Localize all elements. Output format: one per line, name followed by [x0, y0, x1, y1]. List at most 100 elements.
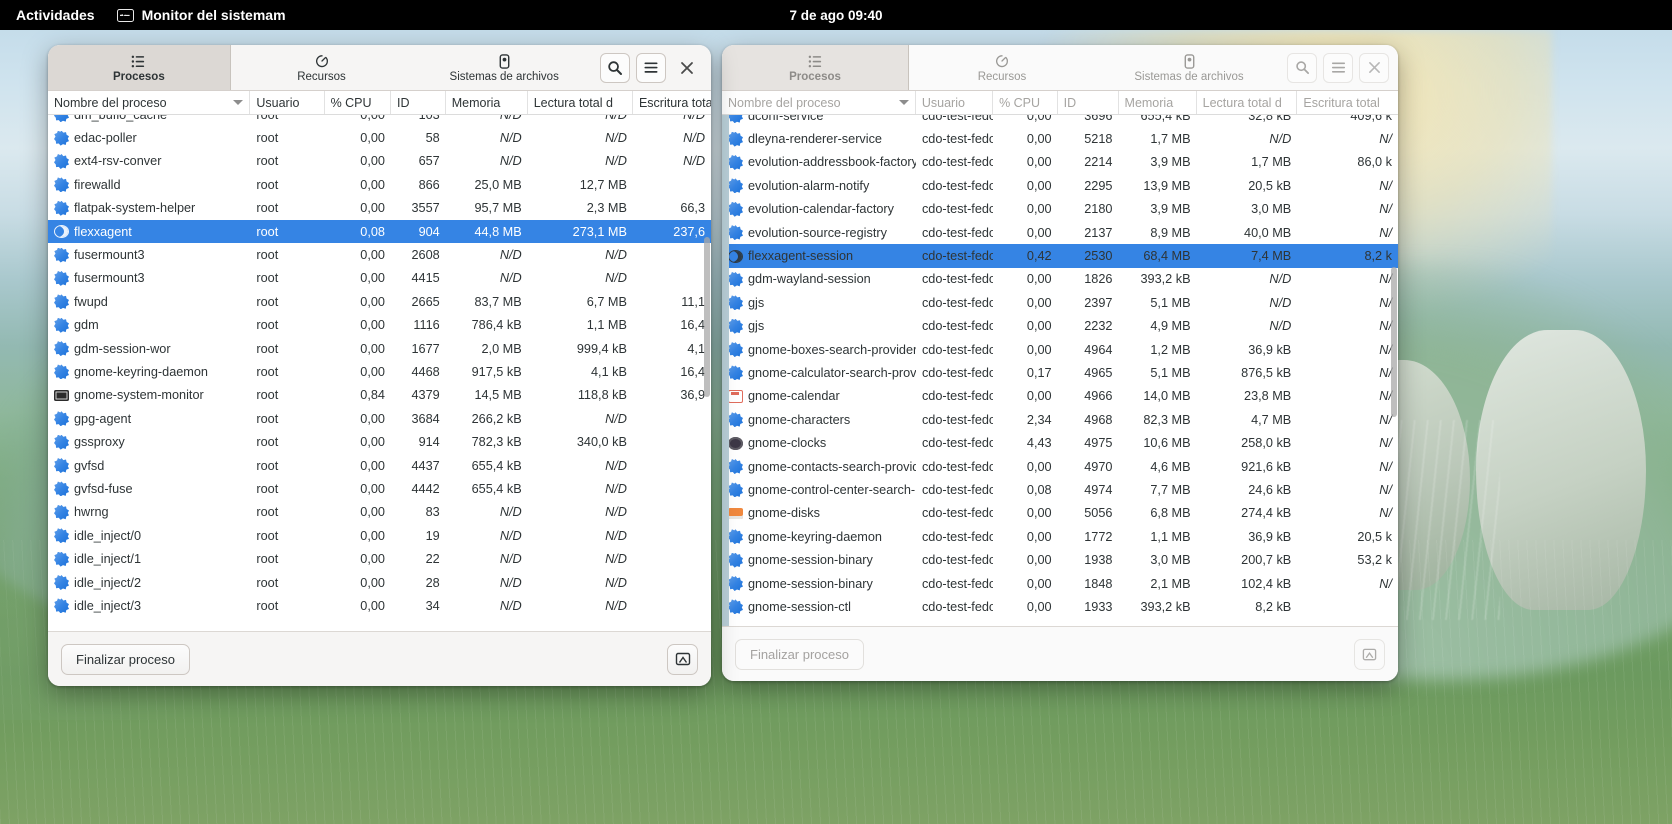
column-header-nombre[interactable]: Nombre del proceso [722, 91, 916, 114]
process-details-button[interactable] [1354, 638, 1385, 670]
table-row[interactable]: gnome-system-monitor root 0,84 4379 14,5 MB 1… [48, 384, 711, 407]
table-row[interactable]: idle_inject/0 root 0,00 19 N/D N/D [48, 524, 711, 547]
table-row[interactable]: gjs cdo-test-fedor 0,00 2397 5,1 MB N/D N/ [722, 291, 1398, 314]
table-row[interactable]: gnome-disks cdo-test-fedor 0,00 5056 6,8 MB 2… [722, 502, 1398, 525]
table-row[interactable]: gpg-agent root 0,00 3684 266,2 kB N/D [48, 407, 711, 430]
table-row[interactable]: dleyna-renderer-service cdo-test-fedor 0,0… [722, 127, 1398, 150]
column-header-lectura[interactable]: Lectura total d [1197, 91, 1298, 114]
tab-sistemas-de-archivos[interactable]: Sistemas de archivos [413, 45, 596, 90]
process-list[interactable]: dm_bufio_cacheroot0,00103N/DN/DN/Dedac-p… [48, 115, 711, 631]
process-gear-icon [728, 295, 743, 311]
column-header-id[interactable]: ID [1058, 91, 1119, 114]
table-row[interactable]: flatpak-system-helper root 0,00 3557 95,7 MB… [48, 197, 711, 220]
table-row[interactable]: gnome-keyring-daemon root 0,00 4468 917,5 kB… [48, 360, 711, 383]
table-row[interactable]: fusermount3 root 0,00 4415 N/D N/D [48, 267, 711, 290]
process-name-label: edac-poller [74, 131, 137, 146]
vertical-scrollbar[interactable] [704, 117, 710, 629]
main-menu-button[interactable] [636, 52, 666, 83]
end-process-button[interactable]: Finalizar proceso [735, 638, 864, 670]
table-row[interactable]: gnome-control-center-search-cdo-test-fed… [722, 478, 1398, 501]
main-menu-button[interactable] [1323, 52, 1353, 83]
cell-memory: 6,8 MB [1150, 506, 1191, 521]
cell-process-name: idle_inject/3 [48, 598, 250, 614]
table-row[interactable]: gnome-keyring-daemon cdo-test-fedor 0,00 17… [722, 525, 1398, 548]
process-gear-icon [54, 504, 69, 520]
table-row[interactable]: edac-poller root 0,00 58 N/D N/D N/D [48, 126, 711, 149]
table-row[interactable]: gdm-wayland-session cdo-test-fedor 0,00 182… [722, 268, 1398, 291]
table-row[interactable]: evolution-calendar-factory cdo-test-fedor… [722, 198, 1398, 221]
close-window-button[interactable] [1359, 52, 1389, 83]
table-row[interactable]: gnome-characters cdo-test-fedor 2,34 4968 82… [722, 408, 1398, 431]
cell-cpu: 0,00 [360, 154, 385, 169]
table-row[interactable]: evolution-alarm-notify cdo-test-fedor 0,00… [722, 174, 1398, 197]
activities-button[interactable]: Actividades [0, 0, 107, 30]
close-window-button[interactable] [672, 53, 702, 83]
column-header-memoria[interactable]: Memoria [1119, 91, 1197, 114]
system-monitor-window-secondary[interactable]: Procesos Recursos Sistemas de archivos N… [722, 45, 1398, 681]
table-row[interactable]: gjs cdo-test-fedor 0,00 2232 4,9 MB N/D N/ [722, 315, 1398, 338]
cell-cpu: 0,00 [1026, 529, 1052, 544]
table-row[interactable]: firewalld root 0,00 866 25,0 MB 12,7 MB [48, 173, 711, 196]
system-monitor-window-primary[interactable]: Procesos Recursos Sistemas de archivos N… [48, 45, 711, 686]
table-row[interactable]: gdm-session-wor root 0,00 1677 2,0 MB 999,4 k… [48, 337, 711, 360]
tab-sistemas-de-archivos[interactable]: Sistemas de archivos [1096, 45, 1283, 90]
table-row[interactable]: gnome-calculator-search-provi cdo-test-fe… [722, 361, 1398, 384]
table-row[interactable]: gssproxy root 0,00 914 782,3 kB 340,0 kB [48, 430, 711, 453]
table-row[interactable]: gnome-session-binary cdo-test-fedor 0,00 19… [722, 548, 1398, 571]
window-headerbar: Procesos Recursos Sistemas de archivos [722, 45, 1398, 91]
column-header-memoria[interactable]: Memoria [446, 91, 528, 114]
clock-button[interactable]: 7 de ago 09:40 [789, 8, 882, 23]
table-row[interactable]: gnome-session-binary cdo-test-fedor 0,00 18… [722, 572, 1398, 595]
table-row[interactable]: idle_inject/2 root 0,00 28 N/D N/D [48, 571, 711, 594]
column-header-escritura[interactable]: Escritura total [633, 91, 711, 114]
table-row[interactable]: dconf-service cdo-test-fedor 0,00 3696 655,4… [722, 115, 1398, 127]
table-row[interactable]: ext4-rsv-conver root 0,00 657 N/D N/D N/D [48, 150, 711, 173]
table-row[interactable]: gnome-contacts-search-provid cdo-test-fed… [722, 455, 1398, 478]
column-header-nombre[interactable]: Nombre del proceso [48, 91, 251, 114]
table-row[interactable]: gdm root 0,00 1116 786,4 kB 1,1 MB 16,4 [48, 314, 711, 337]
table-row[interactable]: dm_bufio_cacheroot0,00103N/DN/DN/D [48, 115, 711, 126]
app-menu-button[interactable]: Monitor del sistemam [107, 0, 296, 30]
column-header-lectura[interactable]: Lectura total d [528, 91, 633, 114]
tab-recursos[interactable]: Recursos [231, 45, 414, 90]
table-row[interactable]: flexxagent root 0,08 904 44,8 MB 273,1 MB 237,… [48, 219, 711, 244]
window-action-bar: Finalizar proceso [48, 631, 711, 686]
column-header-id[interactable]: ID [391, 91, 446, 114]
table-row[interactable]: fwupd root 0,00 2665 83,7 MB 6,7 MB 11,1 [48, 290, 711, 313]
search-button[interactable] [1287, 52, 1317, 83]
cell-process-name: flexxagent-session [722, 249, 916, 263]
column-header-usuario[interactable]: Usuario [250, 91, 325, 114]
table-row[interactable]: idle_inject/1 root 0,00 22 N/D N/D [48, 547, 711, 570]
search-button[interactable] [600, 52, 630, 83]
disks-app-icon [728, 507, 743, 519]
table-row[interactable]: gvfsd root 0,00 4437 655,4 kB N/D [48, 454, 711, 477]
table-row[interactable]: gnome-clocks cdo-test-fedor 4,43 4975 10,6 M… [722, 431, 1398, 454]
cell-memory: 2,0 MB [481, 341, 522, 356]
column-header-usuario[interactable]: Usuario [916, 91, 994, 114]
cell-pid: 5218 [1084, 132, 1113, 147]
table-row[interactable]: gnome-session-ctl cdo-test-fedor 0,00 1933 3… [722, 595, 1398, 618]
table-row[interactable]: flexxagent-session cdo-test-fedor 0,42 2530… [722, 244, 1398, 268]
process-details-button[interactable] [667, 643, 698, 675]
cell-write: 36,9 [680, 388, 706, 403]
column-header-cpu[interactable]: % CPU [993, 91, 1058, 114]
table-row[interactable]: gnome-calendar cdo-test-fedor 0,00 4966 14,0… [722, 385, 1398, 408]
table-row[interactable]: fusermount3 root 0,00 2608 N/D N/D [48, 243, 711, 266]
cell-read: N/D [1269, 272, 1292, 287]
end-process-button[interactable]: Finalizar proceso [61, 643, 190, 675]
table-row[interactable]: idle_inject/3 root 0,00 34 N/D N/D [48, 594, 711, 617]
process-list[interactable]: dconf-service cdo-test-fedor 0,00 3696 655,4… [722, 115, 1398, 626]
cell-process-name: hwrng [48, 504, 250, 520]
tab-procesos[interactable]: Procesos [722, 45, 909, 90]
tab-procesos[interactable]: Procesos [48, 45, 231, 90]
vertical-scrollbar[interactable] [1391, 117, 1397, 623]
cell-user: cdo-test-fedor [921, 202, 994, 217]
table-row[interactable]: gnome-boxes-search-provider cdo-test-fedo… [722, 338, 1398, 361]
table-row[interactable]: hwrng root 0,00 83 N/D N/D [48, 501, 711, 524]
table-row[interactable]: gvfsd-fuse root 0,00 4442 655,4 kB N/D [48, 477, 711, 500]
column-header-cpu[interactable]: % CPU [325, 91, 391, 114]
table-row[interactable]: evolution-addressbook-factory cdo-test-fe… [722, 151, 1398, 174]
tab-recursos[interactable]: Recursos [909, 45, 1096, 90]
column-header-escritura[interactable]: Escritura total [1297, 91, 1398, 114]
table-row[interactable]: evolution-source-registry cdo-test-fedor 0… [722, 221, 1398, 244]
